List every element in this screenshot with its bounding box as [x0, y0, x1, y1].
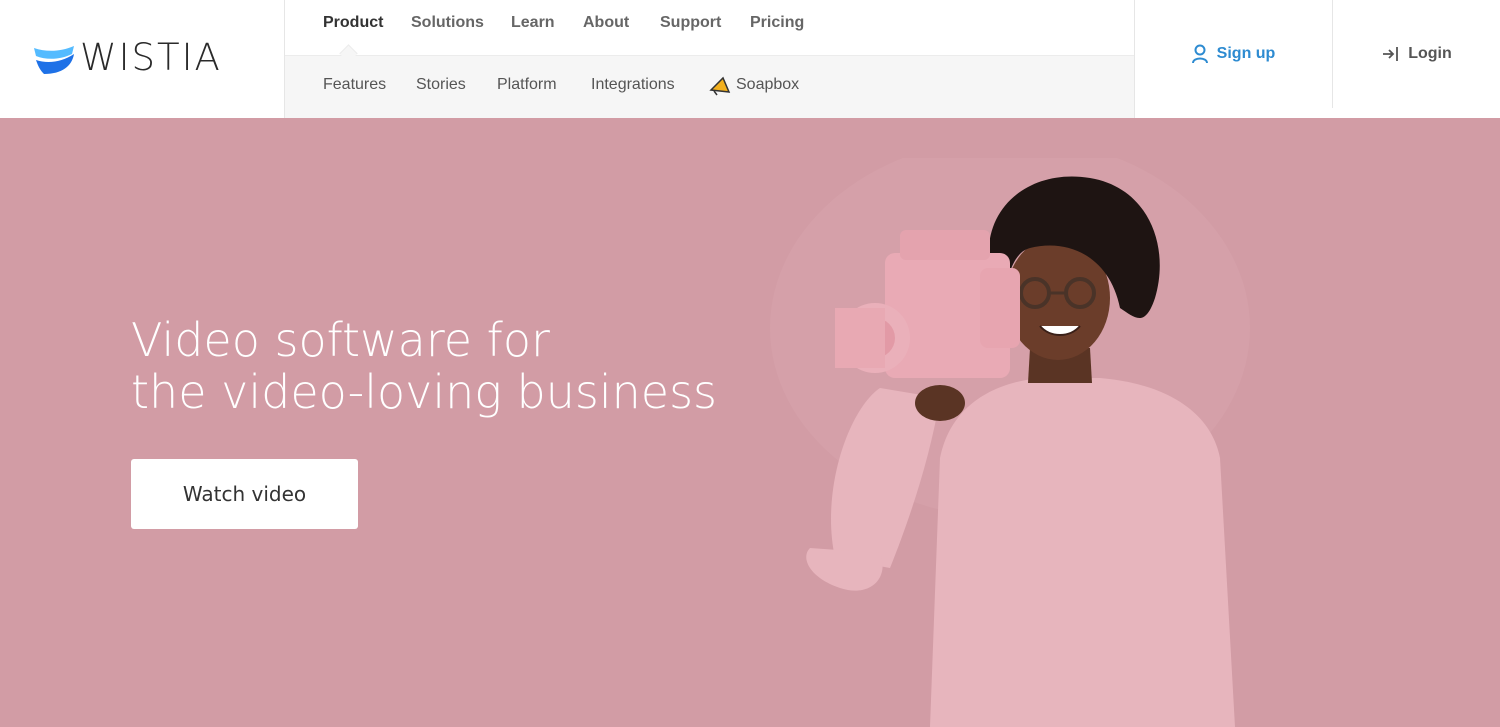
hero-section: Video software for the video-loving busi… — [0, 118, 1500, 727]
logo-area: WISTIA — [0, 0, 285, 118]
wistia-logo[interactable]: WISTIA — [34, 36, 222, 79]
user-icon — [1191, 44, 1208, 64]
subnav-integrations[interactable]: Integrations — [591, 76, 675, 94]
nav-about[interactable]: About — [583, 14, 629, 32]
headline-line-1: Video software for — [131, 313, 550, 367]
wistia-wave-icon — [34, 45, 74, 74]
woman-with-camera-image — [770, 158, 1250, 727]
nav-solutions[interactable]: Solutions — [411, 14, 484, 32]
soapbox-megaphone-icon — [709, 76, 731, 96]
login-arrow-icon — [1383, 47, 1399, 61]
hero-headline: Video software for the video-loving busi… — [131, 314, 717, 418]
signup-link[interactable]: Sign up — [1134, 0, 1332, 108]
login-label: Login — [1408, 45, 1452, 62]
subnav-features[interactable]: Features — [323, 76, 386, 94]
subnav-soapbox[interactable]: Soapbox — [736, 76, 799, 94]
brand-name: WISTIA — [80, 36, 222, 79]
watch-video-button[interactable]: Watch video — [131, 459, 358, 529]
signup-label: Sign up — [1216, 45, 1276, 62]
primary-nav: Product Solutions Learn About Support Pr… — [285, 0, 1134, 63]
site-header: WISTIA Product Solutions Learn About Sup… — [0, 0, 1500, 118]
headline-line-2: the video-loving business — [131, 365, 718, 419]
nav-product[interactable]: Product — [323, 14, 383, 32]
subnav-stories[interactable]: Stories — [416, 76, 466, 94]
nav-learn[interactable]: Learn — [511, 14, 555, 32]
secondary-nav: Features Stories Platform Integrations S… — [285, 56, 1134, 118]
nav-support[interactable]: Support — [660, 14, 721, 32]
login-link[interactable]: Login — [1332, 0, 1500, 108]
nav-pricing[interactable]: Pricing — [750, 14, 804, 32]
subnav-platform[interactable]: Platform — [497, 76, 557, 94]
main-nav: Product Solutions Learn About Support Pr… — [285, 0, 1134, 118]
